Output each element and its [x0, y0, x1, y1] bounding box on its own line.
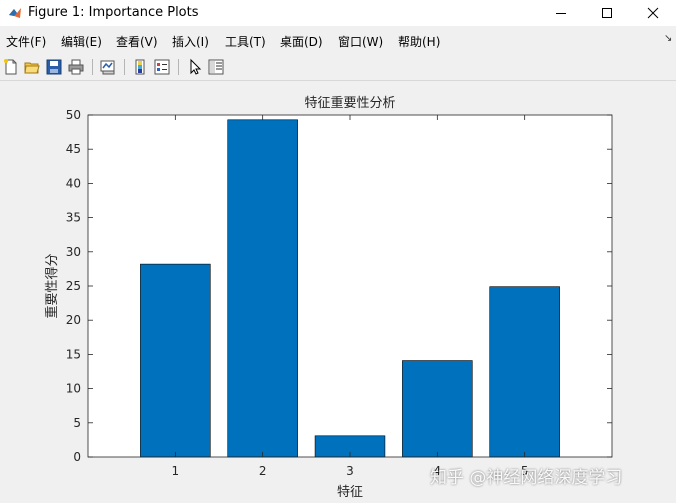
maximize-icon — [602, 8, 612, 18]
menu-insert[interactable]: 插入(I) — [172, 33, 209, 50]
menu-help[interactable]: 帮助(H) — [398, 33, 440, 50]
y-tick-label: 30 — [66, 245, 81, 259]
y-tick-label: 10 — [66, 382, 81, 396]
minimize-icon — [556, 13, 566, 14]
print-icon[interactable] — [67, 58, 85, 76]
menu-window[interactable]: 窗口(W) — [338, 33, 383, 50]
y-tick-label: 25 — [66, 279, 81, 293]
minimize-button[interactable] — [538, 0, 584, 26]
figure-toolbar — [0, 55, 676, 81]
toolbar-separator — [178, 59, 179, 75]
x-tick-label: 2 — [259, 464, 267, 478]
window-titlebar: Figure 1: Importance Plots — [0, 0, 676, 26]
y-tick-label: 40 — [66, 176, 81, 190]
insert-colorbar-icon[interactable] — [131, 58, 149, 76]
y-tick-label: 50 — [66, 108, 81, 122]
close-icon — [647, 7, 659, 19]
watermark-text: 知乎 @神经网络深度学习 — [430, 468, 623, 488]
link-plot-icon[interactable] — [99, 58, 117, 76]
y-tick-label: 5 — [73, 416, 81, 430]
edit-plot-arrow-icon[interactable] — [186, 58, 204, 76]
menu-desktop[interactable]: 桌面(D) — [280, 33, 323, 50]
menu-dock-arrow-icon[interactable]: ↘ — [664, 33, 672, 44]
y-tick-label: 0 — [73, 450, 81, 464]
property-inspector-icon[interactable] — [207, 58, 225, 76]
matlab-logo-icon — [9, 8, 21, 18]
chart-title: 特征重要性分析 — [304, 95, 395, 111]
open-file-icon[interactable] — [23, 58, 41, 76]
window-title: Figure 1: Importance Plots — [28, 5, 199, 20]
y-tick-label: 35 — [66, 211, 81, 225]
y-tick-label: 45 — [66, 142, 81, 156]
menu-tools[interactable]: 工具(T) — [225, 33, 266, 50]
x-tick-label: 3 — [346, 464, 354, 478]
bar-2 — [227, 119, 298, 458]
maximize-button[interactable] — [584, 0, 630, 26]
new-figure-icon[interactable] — [2, 58, 20, 76]
y-axis-label: 重要性得分 — [44, 253, 60, 318]
menu-file[interactable]: 文件(F) — [6, 33, 46, 50]
toolbar-separator — [124, 59, 125, 75]
y-tick-label: 15 — [66, 347, 81, 361]
menu-edit[interactable]: 编辑(E) — [61, 33, 102, 50]
menu-bar: 文件(F) 编辑(E) 查看(V) 插入(I) 工具(T) 桌面(D) 窗口(W… — [0, 30, 676, 52]
toolbar-separator — [92, 59, 93, 75]
y-tick-label: 20 — [66, 313, 81, 327]
x-tick-label: 1 — [172, 464, 180, 478]
bar-1 — [140, 263, 211, 458]
insert-legend-icon[interactable] — [153, 58, 171, 76]
save-icon[interactable] — [45, 58, 63, 76]
x-axis-label: 特征 — [337, 485, 363, 500]
bar-chart: 1 2 3 4 505101520253035404550 特征重要性分析 特征 重要性… — [44, 95, 613, 500]
menu-view[interactable]: 查看(V) — [116, 33, 158, 50]
bar-5 — [489, 286, 560, 458]
close-button[interactable] — [630, 0, 676, 26]
bar-4 — [402, 360, 473, 458]
